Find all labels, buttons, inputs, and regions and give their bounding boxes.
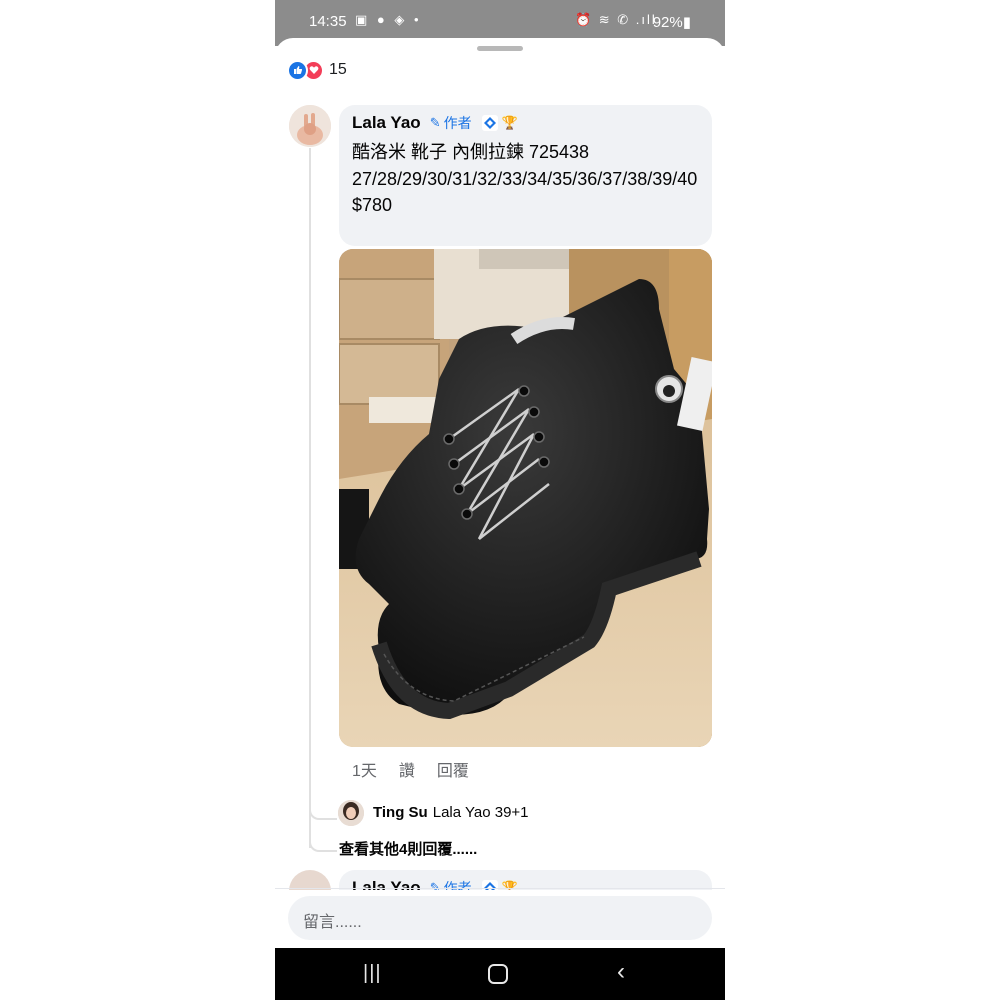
like-comment-button[interactable]: 讚	[399, 757, 415, 781]
like-reaction-icon	[287, 59, 308, 81]
diamond-badge-icon	[481, 115, 498, 131]
comments-sheet: 15 Lala Yao ✎ 作者 🏆 酷洛米 靴子 內側拉鍊 725438 27…	[275, 38, 725, 948]
system-navigation-bar: ||| ‹	[275, 948, 725, 1000]
avatar[interactable]	[289, 870, 331, 890]
comment-bubble[interactable]: Lala Yao ✎ 作者 🏆	[339, 870, 712, 890]
system-status-icons: ⏰ ≋ ✆ .ıll	[575, 12, 657, 27]
next-comment-peek: Lala Yao ✎ 作者 🏆	[275, 870, 725, 890]
home-button[interactable]	[488, 964, 508, 984]
thread-line	[309, 148, 311, 848]
sheet-drag-handle[interactable]	[477, 46, 523, 51]
comment-time: 1天	[352, 763, 377, 780]
comment-bubble[interactable]: Lala Yao ✎ 作者 🏆 酷洛米 靴子 內側拉鍊 725438 27/28…	[339, 105, 712, 246]
pen-icon: ✎	[429, 115, 441, 130]
author-badge-label: 作者	[443, 115, 472, 131]
comment-actions: 1天 讚 回覆	[352, 757, 491, 781]
reply-connector	[309, 806, 337, 820]
reply-preview[interactable]: Ting Su Lala Yao 39+1	[373, 804, 529, 821]
comment-input-placeholder: 留言......	[303, 914, 362, 931]
phone-screen: 14:35 ▣ ● ◈ • ⏰ ≋ ✆ .ıll 92%▮ 15 Lala Ya…	[275, 0, 725, 1000]
reactions-summary[interactable]: 15	[287, 59, 347, 81]
trophy-icon: 🏆	[501, 115, 518, 130]
battery-indicator: 92%▮	[652, 14, 691, 31]
comment-author-row: Lala Yao ✎ 作者 🏆	[352, 113, 518, 133]
comment-photo[interactable]	[339, 249, 712, 747]
comment-author-name[interactable]: Lala Yao	[352, 113, 421, 133]
reaction-count: 15	[329, 61, 347, 78]
author-badge: ✎ 作者	[430, 113, 472, 133]
reply-preview-text: Lala Yao 39+1	[432, 804, 529, 821]
reply-comment-button[interactable]: 回覆	[437, 757, 469, 781]
comment-text: 酷洛米 靴子 內側拉鍊 725438 27/28/29/30/31/32/33/…	[352, 142, 698, 215]
avatar[interactable]	[289, 105, 331, 147]
view-more-replies-link[interactable]: 查看其他4則回覆......	[339, 838, 477, 859]
back-button[interactable]: ‹	[617, 958, 625, 986]
avatar[interactable]	[338, 800, 364, 826]
more-replies-connector	[309, 838, 337, 852]
recent-apps-button[interactable]: |||	[363, 962, 382, 985]
notification-icons: ▣ ● ◈ •	[355, 12, 422, 27]
status-time: 14:35	[309, 13, 347, 30]
composer-divider	[275, 888, 725, 889]
comment-input[interactable]: 留言......	[288, 896, 712, 940]
reply-author-name[interactable]: Ting Su	[373, 804, 428, 821]
